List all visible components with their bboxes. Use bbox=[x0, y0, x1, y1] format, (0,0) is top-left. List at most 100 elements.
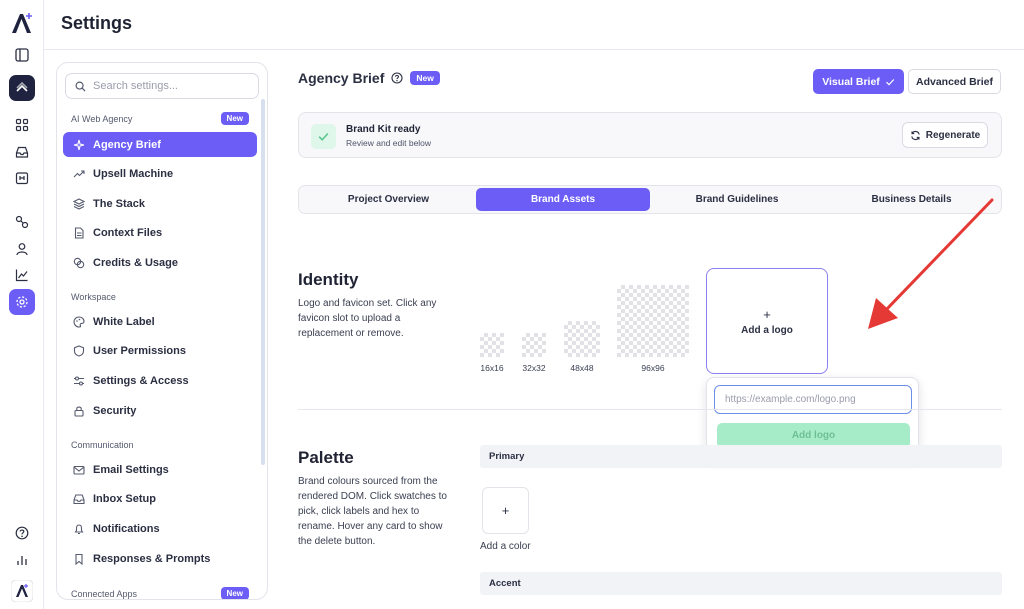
new-badge: New bbox=[220, 112, 249, 125]
sidebar-item-security[interactable]: Security bbox=[63, 398, 257, 423]
sidebar-item-agency-brief[interactable]: Agency Brief bbox=[63, 132, 257, 157]
sidebar-item-label: White Label bbox=[93, 315, 155, 328]
inbox-icon[interactable] bbox=[0, 145, 44, 159]
favicon-slot-32[interactable] bbox=[522, 333, 546, 357]
file-icon bbox=[74, 226, 84, 239]
add-color-label: Add a color bbox=[480, 541, 531, 552]
sidebar-item-upsell-machine[interactable]: Upsell Machine bbox=[63, 161, 257, 186]
identity-heading: Identity bbox=[298, 270, 359, 289]
tab-brand-assets[interactable]: Brand Assets bbox=[476, 188, 650, 211]
refresh-icon bbox=[911, 130, 920, 140]
annotation-arrow-icon bbox=[868, 198, 994, 329]
sparkle-icon bbox=[73, 139, 85, 150]
section-divider bbox=[298, 409, 1002, 410]
group-label-workspace: Workspace bbox=[71, 292, 116, 302]
search-icon bbox=[75, 81, 86, 92]
top-header: Settings bbox=[44, 0, 1024, 50]
sidebar-item-label: Upsell Machine bbox=[93, 167, 174, 180]
favicon-size-label: 16x16 bbox=[480, 363, 504, 373]
primary-group-header: Primary bbox=[480, 445, 1002, 468]
palette-description: Brand colours sourced from the rendered … bbox=[298, 476, 447, 547]
regenerate-label: Regenerate bbox=[925, 129, 981, 141]
bell-icon bbox=[74, 523, 84, 534]
palette-icon bbox=[73, 315, 85, 328]
favicon-size-label: 96x96 bbox=[641, 363, 665, 373]
search-input[interactable] bbox=[93, 80, 253, 92]
trend-up-icon bbox=[73, 169, 85, 177]
group-label-connected-apps: Connected Apps bbox=[71, 589, 138, 599]
bookmark-icon bbox=[75, 553, 83, 565]
favicon-slot-96[interactable] bbox=[617, 285, 689, 357]
palette-heading: Palette bbox=[298, 448, 354, 467]
brand-kit-banner: Brand Kit ready Review and edit below Re… bbox=[298, 112, 1002, 158]
sidebar-item-label: Inbox Setup bbox=[93, 492, 156, 505]
add-logo-label: Add a logo bbox=[741, 324, 793, 336]
add-color-button[interactable]: + bbox=[482, 487, 529, 534]
sidebar-item-the-stack[interactable]: The Stack bbox=[63, 191, 257, 216]
rail-settings-button[interactable] bbox=[0, 289, 44, 315]
calendar-icon[interactable] bbox=[0, 171, 44, 185]
sidebar-scrollbar[interactable] bbox=[261, 99, 265, 465]
integrations-icon[interactable] bbox=[0, 215, 44, 229]
regenerate-button[interactable]: Regenerate bbox=[902, 122, 988, 148]
tab-project-overview[interactable]: Project Overview bbox=[301, 188, 476, 211]
sidebar-item-label: The Stack bbox=[93, 197, 145, 210]
sidebar-item-inbox-setup[interactable]: Inbox Setup bbox=[63, 486, 257, 511]
new-badge: New bbox=[410, 71, 440, 85]
visual-brief-label: Visual Brief bbox=[822, 75, 880, 88]
sidebar-item-credits-usage[interactable]: Credits & Usage bbox=[63, 250, 257, 275]
sidebar-item-label: User Permissions bbox=[93, 344, 186, 357]
rail-home-button[interactable] bbox=[0, 75, 44, 101]
sidebar-item-label: Security bbox=[93, 404, 137, 417]
brand-kit-subtitle: Review and edit below bbox=[346, 138, 432, 148]
analytics-icon[interactable] bbox=[0, 268, 44, 282]
sidebar-item-label: Settings & Access bbox=[93, 374, 189, 387]
search-box[interactable] bbox=[65, 73, 259, 99]
sidebar-item-user-permissions[interactable]: User Permissions bbox=[63, 338, 257, 363]
sidebar-item-settings-access[interactable]: Settings & Access bbox=[63, 368, 257, 393]
accent-group-header: Accent bbox=[480, 572, 1002, 595]
sidebar-toggle-icon[interactable] bbox=[0, 48, 44, 62]
brand-kit-title: Brand Kit ready bbox=[346, 124, 421, 135]
icon-rail bbox=[0, 0, 44, 609]
shield-icon bbox=[73, 344, 85, 357]
identity-description: Logo and favicon set. Click any favicon … bbox=[298, 298, 437, 339]
help-icon[interactable] bbox=[0, 526, 44, 540]
grid-icon[interactable] bbox=[0, 118, 44, 132]
sidebar-item-label: Email Settings bbox=[93, 463, 169, 476]
tab-brand-guidelines[interactable]: Brand Guidelines bbox=[650, 188, 824, 211]
success-check-icon bbox=[311, 124, 336, 149]
plus-icon: + bbox=[501, 503, 510, 518]
workspace-logo-icon[interactable] bbox=[0, 580, 44, 602]
lock-icon bbox=[74, 406, 84, 417]
user-icon[interactable] bbox=[0, 242, 44, 256]
sidebar-item-label: Notifications bbox=[93, 522, 160, 535]
favicon-slot-16[interactable] bbox=[480, 333, 504, 357]
sidebar-item-white-label[interactable]: White Label bbox=[63, 309, 257, 334]
plus-icon: + bbox=[763, 306, 771, 322]
app-logo-icon[interactable] bbox=[0, 10, 44, 36]
sliders-icon bbox=[74, 375, 84, 386]
advanced-brief-button[interactable]: Advanced Brief bbox=[908, 69, 1001, 94]
favicon-size-label: 32x32 bbox=[522, 363, 546, 373]
bar-chart-icon[interactable] bbox=[0, 553, 44, 567]
favicon-slot-48[interactable] bbox=[564, 321, 600, 357]
sidebar-item-context-files[interactable]: Context Files bbox=[63, 220, 257, 245]
visual-brief-button[interactable]: Visual Brief bbox=[813, 69, 904, 94]
favicon-size-label: 48x48 bbox=[570, 363, 594, 373]
sidebar-item-email-settings[interactable]: Email Settings bbox=[63, 457, 257, 482]
brief-title: Agency Brief bbox=[298, 70, 385, 86]
sidebar-item-label: Responses & Prompts bbox=[93, 552, 211, 565]
sidebar-item-notifications[interactable]: Notifications bbox=[63, 516, 257, 541]
layers-icon bbox=[73, 197, 85, 210]
mail-icon bbox=[73, 465, 85, 475]
sidebar-item-responses-prompts[interactable]: Responses & Prompts bbox=[63, 546, 257, 571]
checkmark-icon bbox=[885, 78, 895, 85]
brief-header: Agency Brief New bbox=[298, 70, 440, 86]
settings-sidebar: AI Web Agency New Agency Brief Upsell Ma… bbox=[56, 62, 268, 600]
page-title: Settings bbox=[61, 13, 133, 33]
add-logo-slot[interactable]: + Add a logo bbox=[706, 268, 828, 374]
coins-icon bbox=[73, 257, 85, 268]
inbox-icon bbox=[73, 493, 85, 504]
help-circle-icon[interactable] bbox=[391, 72, 403, 84]
